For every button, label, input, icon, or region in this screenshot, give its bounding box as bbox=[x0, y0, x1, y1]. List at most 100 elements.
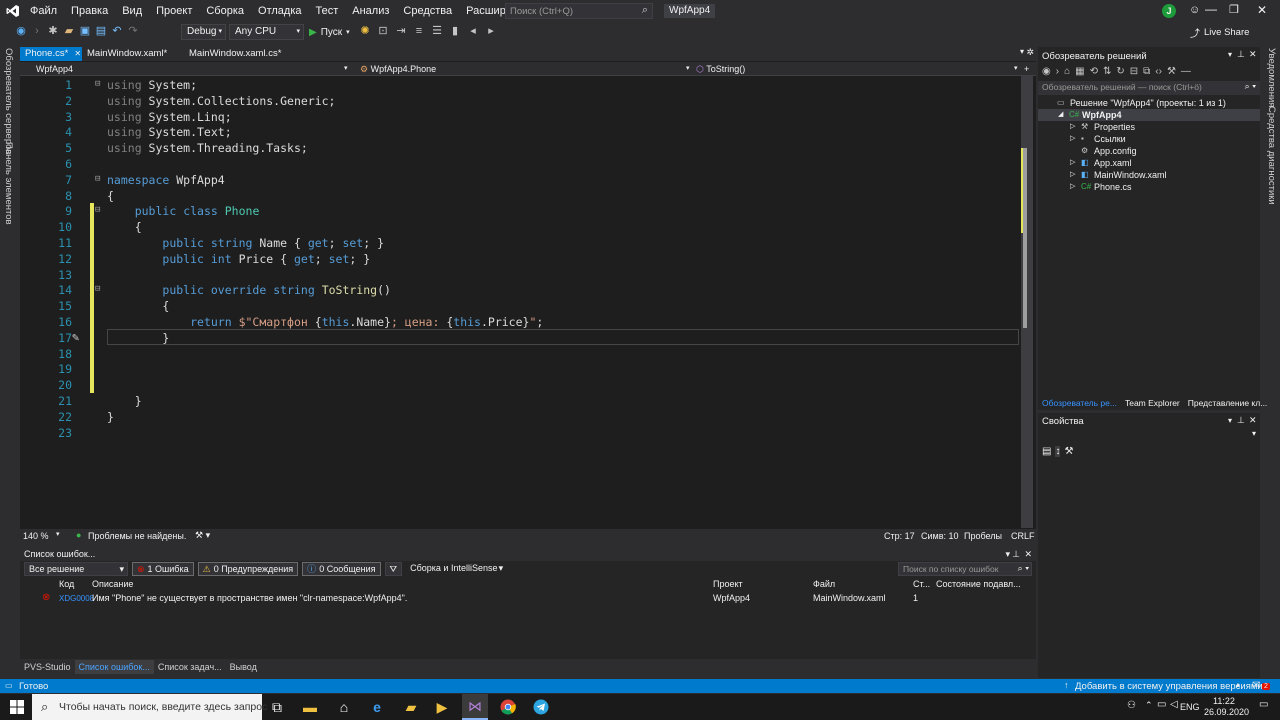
nav-project[interactable]: WpfApp4 bbox=[36, 62, 73, 76]
collapse-toggle-icon[interactable]: ⊟ bbox=[95, 79, 100, 89]
filter-icon[interactable]: ⛛ bbox=[384, 562, 403, 576]
document-tab[interactable]: MainWindow.xaml.cs* bbox=[184, 47, 314, 61]
code-line[interactable]: 13 bbox=[20, 268, 1020, 284]
se-back-icon[interactable]: ◉ bbox=[1042, 66, 1051, 77]
error-row[interactable]: ⊗ XDG0008 Имя "Phone" не существует в пр… bbox=[20, 592, 1032, 605]
collapse-toggle-icon[interactable]: ⊟ bbox=[95, 284, 100, 294]
line-ending[interactable]: CRLF bbox=[1011, 531, 1035, 541]
col-project[interactable]: Проект bbox=[713, 579, 743, 589]
expand-arrow-icon[interactable]: ▷ bbox=[1070, 169, 1075, 181]
se-search-input[interactable]: Обозреватель решений — поиск (Ctrl+ö) ⌕ … bbox=[1038, 81, 1260, 95]
forward-icon[interactable]: › bbox=[30, 25, 44, 37]
se-forward-icon[interactable]: › bbox=[1056, 66, 1059, 77]
props-close-icon[interactable]: ✕ bbox=[1249, 415, 1257, 426]
telegram-icon[interactable] bbox=[530, 697, 552, 717]
solution-tree-item[interactable]: ▷ ◧ App.xaml bbox=[1038, 157, 1260, 169]
categorized-icon[interactable]: ▤ bbox=[1042, 446, 1051, 457]
tab-close-icon[interactable]: ✕ bbox=[74, 47, 81, 61]
folder-icon[interactable]: ▰ bbox=[400, 697, 422, 717]
col-state[interactable]: Состояние подавл... bbox=[936, 579, 1021, 589]
code-line[interactable]: 23 bbox=[20, 426, 1020, 442]
code-line[interactable]: 17 } bbox=[20, 331, 1020, 347]
bookmark-prev-icon[interactable]: ◂ bbox=[466, 24, 480, 37]
step-icon[interactable]: ⇥ bbox=[394, 24, 408, 37]
nav-member[interactable]: ⬡ ToString() bbox=[696, 62, 745, 76]
feedback-icon[interactable]: ☺ bbox=[1189, 4, 1200, 16]
document-tab[interactable]: MainWindow.xaml* bbox=[82, 47, 184, 61]
menu-item[interactable]: Анализ bbox=[345, 0, 396, 22]
tab-settings-icon[interactable]: ✲ bbox=[1026, 47, 1034, 58]
action-center-icon[interactable]: ▭ bbox=[1259, 699, 1268, 710]
notifications-tab[interactable]: Уведомления bbox=[1266, 48, 1277, 107]
whitespace-mode[interactable]: Пробелы bbox=[964, 531, 1002, 541]
solution-tree-item[interactable]: ▷ C# Phone.cs bbox=[1038, 181, 1260, 193]
property-pages-icon[interactable]: ⚒ bbox=[1064, 446, 1073, 457]
store-icon[interactable]: ⌂ bbox=[333, 697, 355, 717]
windows-start-icon[interactable] bbox=[6, 697, 28, 717]
col-code[interactable]: Код bbox=[59, 579, 74, 589]
tab-dropdown-icon[interactable]: ▾ bbox=[1020, 47, 1024, 56]
col-file[interactable]: Файл bbox=[813, 579, 835, 589]
tray-volume-icon[interactable]: ◁ bbox=[1170, 699, 1178, 710]
tray-language[interactable]: ENG bbox=[1180, 702, 1200, 712]
col-description[interactable]: Описание bbox=[92, 579, 133, 589]
se-preview-icon[interactable]: — bbox=[1181, 66, 1191, 77]
bookmark-icon[interactable]: ▮ bbox=[448, 24, 462, 37]
se-tab[interactable]: Team Explorer bbox=[1121, 398, 1184, 408]
code-line[interactable]: 12 public int Price { get; set; } bbox=[20, 252, 1020, 268]
menu-item[interactable]: Правка bbox=[64, 0, 115, 22]
code-line[interactable]: 3 using System.Linq; bbox=[20, 110, 1020, 126]
issues-status[interactable]: Проблемы не найдены. bbox=[88, 531, 186, 541]
explorer-icon[interactable]: ▬ bbox=[299, 697, 321, 717]
expand-arrow-icon[interactable]: ◢ bbox=[1058, 109, 1063, 121]
menu-item[interactable]: Сборка bbox=[199, 0, 251, 22]
menu-item[interactable]: Файл bbox=[23, 0, 64, 22]
se-switch-view-icon[interactable]: ▦ bbox=[1075, 66, 1084, 77]
collapse-toggle-icon[interactable]: ⊟ bbox=[95, 205, 100, 215]
code-line[interactable]: 19 bbox=[20, 362, 1020, 378]
format-icon[interactable]: ≡ bbox=[412, 25, 426, 37]
se-properties-icon[interactable]: ⚒ bbox=[1167, 66, 1176, 77]
warnings-filter[interactable]: ⚠ 0 Предупреждения bbox=[197, 562, 299, 576]
menu-item[interactable]: Средства bbox=[396, 0, 459, 22]
menu-item[interactable]: Проект bbox=[149, 0, 199, 22]
props-object-select[interactable]: ▾ bbox=[1038, 429, 1260, 443]
expand-arrow-icon[interactable]: ▷ bbox=[1070, 157, 1075, 169]
code-line[interactable]: 16 return $"Смартфон {this.Name}; цена: … bbox=[20, 315, 1020, 331]
code-editor[interactable]: ✎ 1 using System; 2 using System.Collection… bbox=[20, 76, 1023, 528]
add-to-source-control[interactable]: Добавить в систему управления версиями bbox=[1075, 681, 1263, 692]
live-share-button[interactable]: ⤴ Live Share bbox=[1190, 25, 1249, 40]
se-pin-icon[interactable]: ⊥ bbox=[1237, 49, 1245, 60]
se-code-icon[interactable]: ‹› bbox=[1155, 66, 1162, 77]
code-line[interactable]: 21 } bbox=[20, 394, 1020, 410]
code-cleanup-icon[interactable]: ⚒ ▾ bbox=[195, 530, 210, 541]
task-view-icon[interactable]: ⧉ bbox=[266, 697, 288, 717]
taskbar-search[interactable]: ⌕ Чтобы начать поиск, введите здесь запр… bbox=[32, 694, 267, 720]
chrome-icon[interactable] bbox=[497, 697, 519, 717]
nav-class[interactable]: ⚙ WpfApp4.Phone bbox=[360, 62, 690, 76]
code-line[interactable]: 10 { bbox=[20, 220, 1020, 236]
bottom-tab[interactable]: Список ошибок... bbox=[74, 660, 154, 674]
config-select[interactable]: Debug ▾ bbox=[181, 24, 226, 40]
code-line[interactable]: 2 using System.Collections.Generic; bbox=[20, 94, 1020, 110]
bookmark-next-icon[interactable]: ▸ bbox=[484, 24, 498, 37]
server-explorer-tab[interactable]: Обозреватель серверов bbox=[3, 48, 14, 154]
code-line[interactable]: 6 bbox=[20, 157, 1020, 173]
menu-item[interactable]: Тест bbox=[309, 0, 346, 22]
open-icon[interactable]: ▰ bbox=[62, 24, 76, 37]
expand-arrow-icon[interactable]: ▷ bbox=[1070, 121, 1075, 133]
comment-icon[interactable]: ☰ bbox=[430, 24, 444, 37]
code-line[interactable]: 15 { bbox=[20, 299, 1020, 315]
bottom-tab[interactable]: Вывод bbox=[226, 660, 261, 674]
save-all-icon[interactable]: ▤ bbox=[94, 24, 108, 37]
code-line[interactable]: 9 public class Phone bbox=[20, 204, 1020, 220]
close-panel-icon[interactable]: ✕ bbox=[1024, 547, 1032, 561]
vertical-scrollbar[interactable] bbox=[1021, 76, 1033, 528]
code-line[interactable]: 14 public override string ToString() bbox=[20, 283, 1020, 299]
solution-tree-item[interactable]: ▷ ◧ MainWindow.xaml bbox=[1038, 169, 1260, 181]
tray-time[interactable]: 11:22 bbox=[1213, 696, 1235, 706]
expand-arrow-icon[interactable]: ▷ bbox=[1070, 181, 1075, 193]
se-tab[interactable]: Представление кл... bbox=[1184, 398, 1272, 408]
search-box[interactable]: Поиск (Ctrl+Q) ⌕ bbox=[505, 3, 653, 19]
solution-tree-item[interactable]: ▭ Решение "WpfApp4" (проекты: 1 из 1) bbox=[1038, 97, 1260, 109]
